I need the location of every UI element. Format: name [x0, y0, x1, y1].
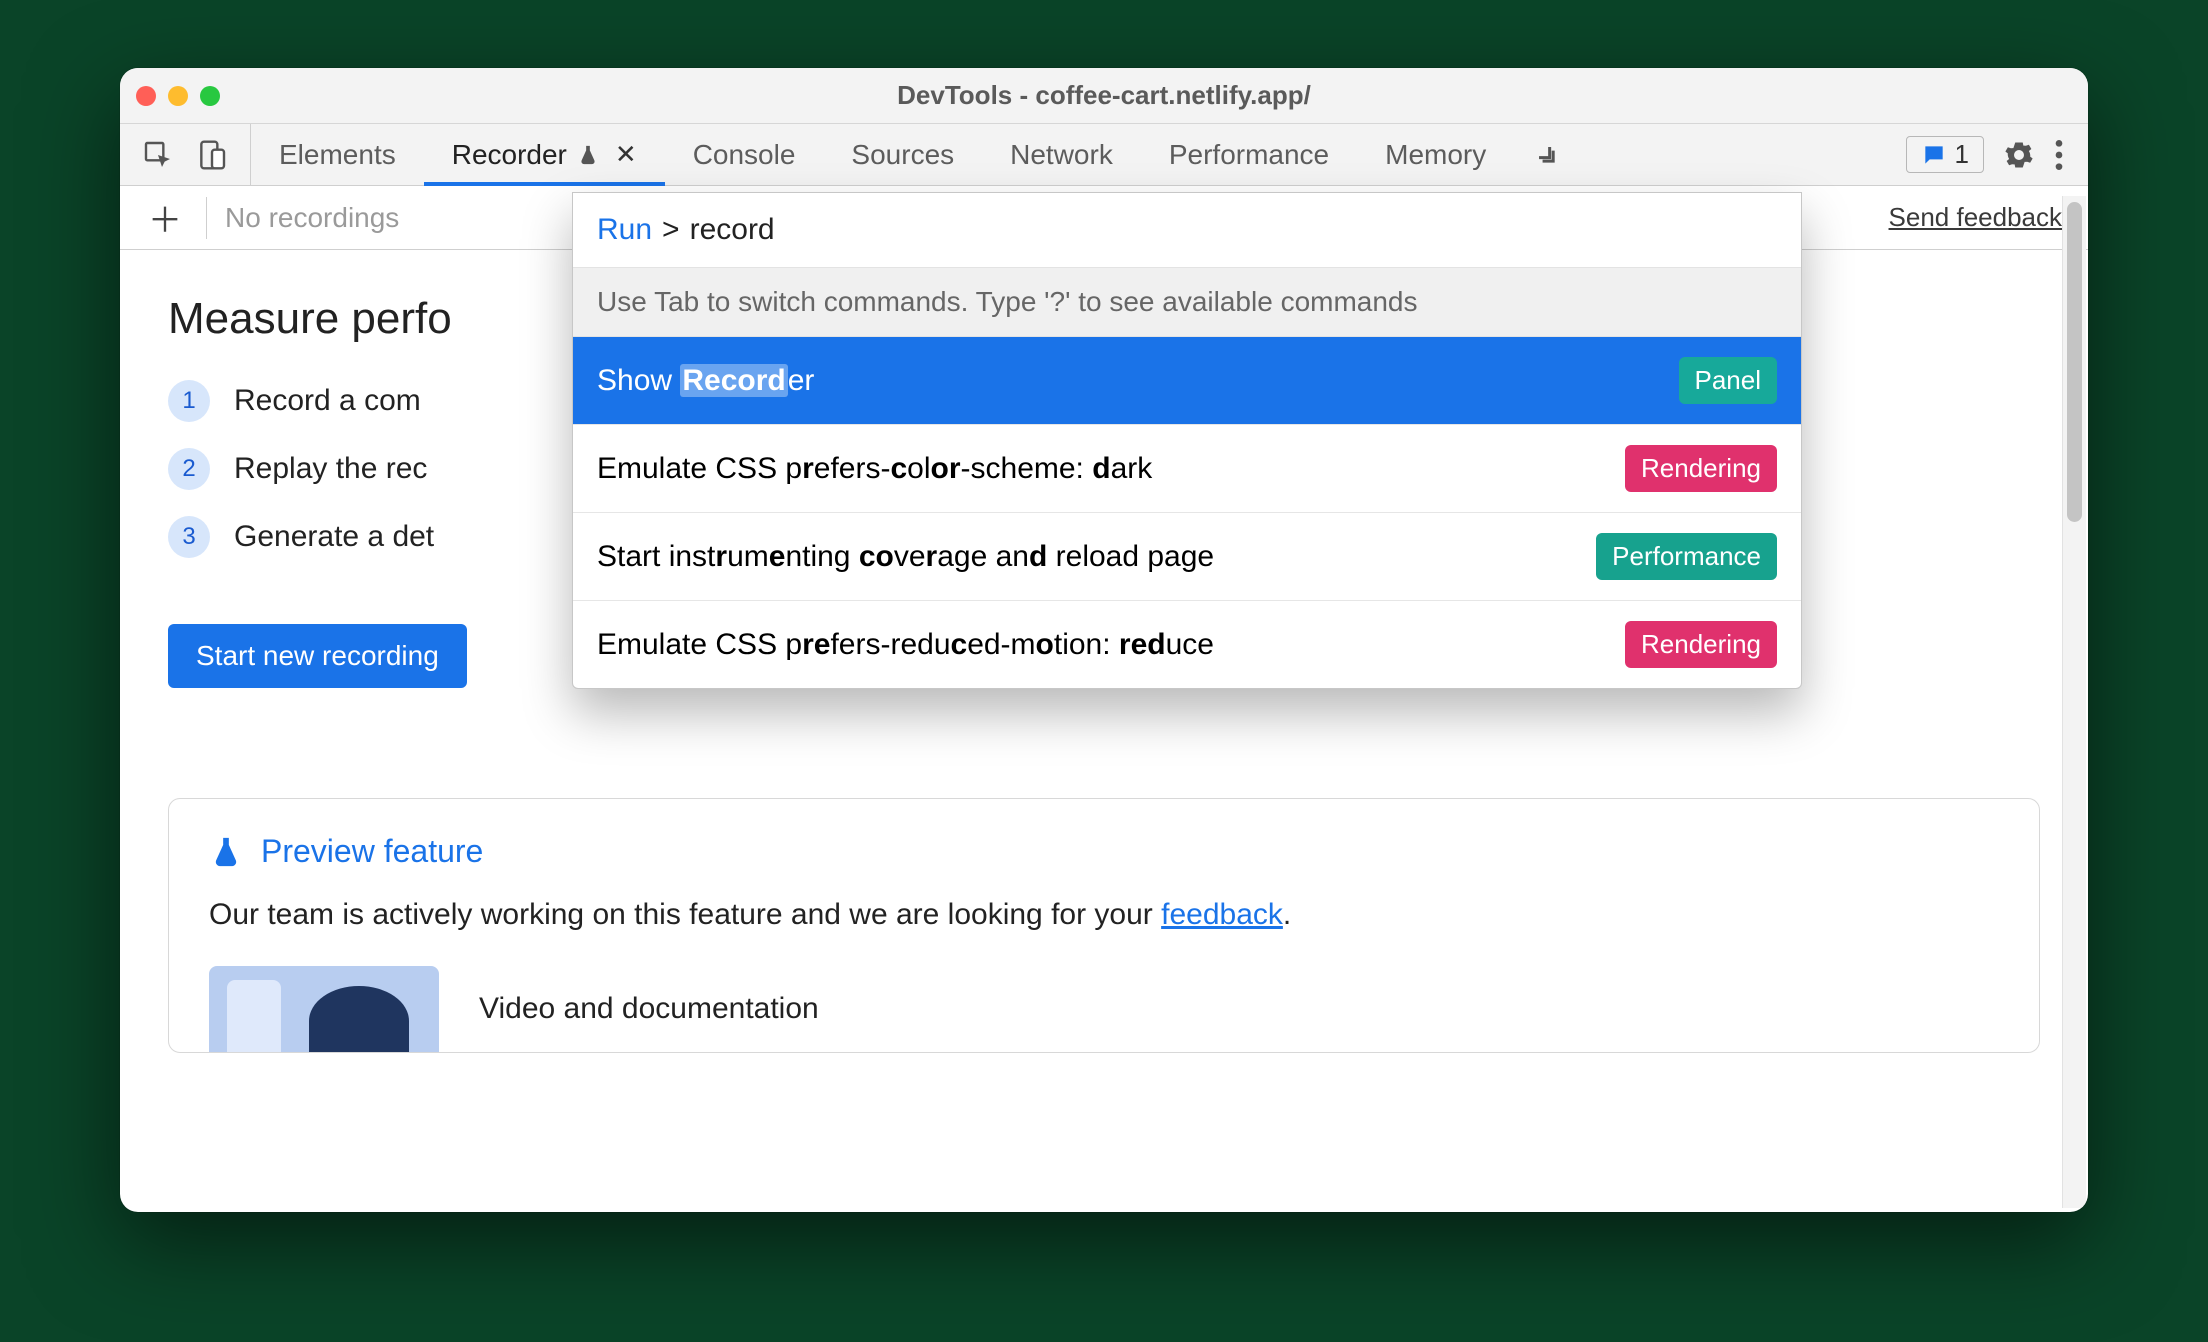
panel-tabstrip: Elements Recorder ✕ Console Sources Netw… [120, 124, 2088, 186]
more-tabs-button[interactable] [1514, 124, 1580, 185]
command-item-label: Start instrumenting coverage and reload … [597, 540, 1214, 574]
divider [206, 197, 207, 239]
vertical-scrollbar[interactable] [2062, 196, 2086, 1208]
message-icon [1921, 142, 1947, 168]
start-new-recording-button[interactable]: Start new recording [168, 624, 467, 688]
command-item-badge: Rendering [1625, 445, 1777, 492]
tab-memory[interactable]: Memory [1357, 124, 1514, 185]
command-prefix: Run [597, 213, 652, 247]
command-item[interactable]: Show Recorder Panel [573, 337, 1801, 425]
inspect-element-icon[interactable] [142, 139, 174, 171]
tab-recorder[interactable]: Recorder ✕ [424, 124, 665, 185]
command-item-badge: Rendering [1625, 621, 1777, 668]
flask-icon [209, 835, 243, 869]
command-hint: Use Tab to switch commands. Type '?' to … [573, 268, 1801, 337]
command-item[interactable]: Start instrumenting coverage and reload … [573, 513, 1801, 601]
settings-icon[interactable] [2004, 140, 2034, 170]
command-item-label: Emulate CSS prefers-color-scheme: dark [597, 452, 1152, 486]
window-title: DevTools - coffee-cart.netlify.app/ [120, 80, 2088, 111]
command-item-label: Show Recorder [597, 364, 814, 398]
step-text: Replay the rec [234, 452, 427, 486]
step-text: Record a com [234, 384, 421, 418]
preview-feature-card: Preview feature Our team is actively wor… [168, 798, 2040, 1053]
tab-sources[interactable]: Sources [823, 124, 982, 185]
media-title: Video and documentation [479, 992, 819, 1026]
tab-console[interactable]: Console [665, 124, 824, 185]
command-caret: > [662, 213, 680, 247]
command-item-badge: Performance [1596, 533, 1777, 580]
titlebar: DevTools - coffee-cart.netlify.app/ [120, 68, 2088, 124]
command-input[interactable] [690, 213, 1777, 247]
send-feedback-link[interactable]: Send feedback [1889, 202, 2062, 233]
new-recording-button[interactable]: ＋ [142, 195, 188, 241]
step-number: 2 [168, 448, 210, 490]
window-controls [136, 86, 220, 106]
video-thumbnail[interactable] [209, 966, 439, 1052]
tab-elements[interactable]: Elements [251, 124, 424, 185]
command-input-row[interactable]: Run > [573, 193, 1801, 268]
feedback-link[interactable]: feedback [1161, 898, 1283, 931]
step-number: 1 [168, 380, 210, 422]
zoom-window-button[interactable] [200, 86, 220, 106]
step-number: 3 [168, 516, 210, 558]
tab-network[interactable]: Network [982, 124, 1141, 185]
preview-feature-body: Our team is actively working on this fea… [209, 898, 1999, 932]
devtools-window: DevTools - coffee-cart.netlify.app/ Elem… [120, 68, 2088, 1212]
tab-performance[interactable]: Performance [1141, 124, 1357, 185]
messages-button[interactable]: 1 [1906, 136, 1984, 173]
scroll-thumb[interactable] [2067, 202, 2082, 522]
device-toolbar-icon[interactable] [196, 139, 228, 171]
command-item[interactable]: Emulate CSS prefers-color-scheme: dark Re… [573, 425, 1801, 513]
preview-feature-title: Preview feature [261, 833, 483, 870]
messages-count: 1 [1955, 139, 1969, 170]
more-options-icon[interactable] [2054, 140, 2064, 170]
command-item[interactable]: Emulate CSS prefers-reduced-motion: redu… [573, 601, 1801, 688]
command-item-label: Emulate CSS prefers-reduced-motion: redu… [597, 628, 1214, 662]
close-tab-icon[interactable]: ✕ [609, 139, 637, 170]
minimize-window-button[interactable] [168, 86, 188, 106]
command-item-badge: Panel [1679, 357, 1778, 404]
close-window-button[interactable] [136, 86, 156, 106]
command-menu: Run > Use Tab to switch commands. Type '… [572, 192, 1802, 689]
recordings-dropdown[interactable]: No recordings [225, 202, 399, 234]
step-text: Generate a det [234, 520, 434, 554]
experiment-icon [577, 144, 599, 166]
